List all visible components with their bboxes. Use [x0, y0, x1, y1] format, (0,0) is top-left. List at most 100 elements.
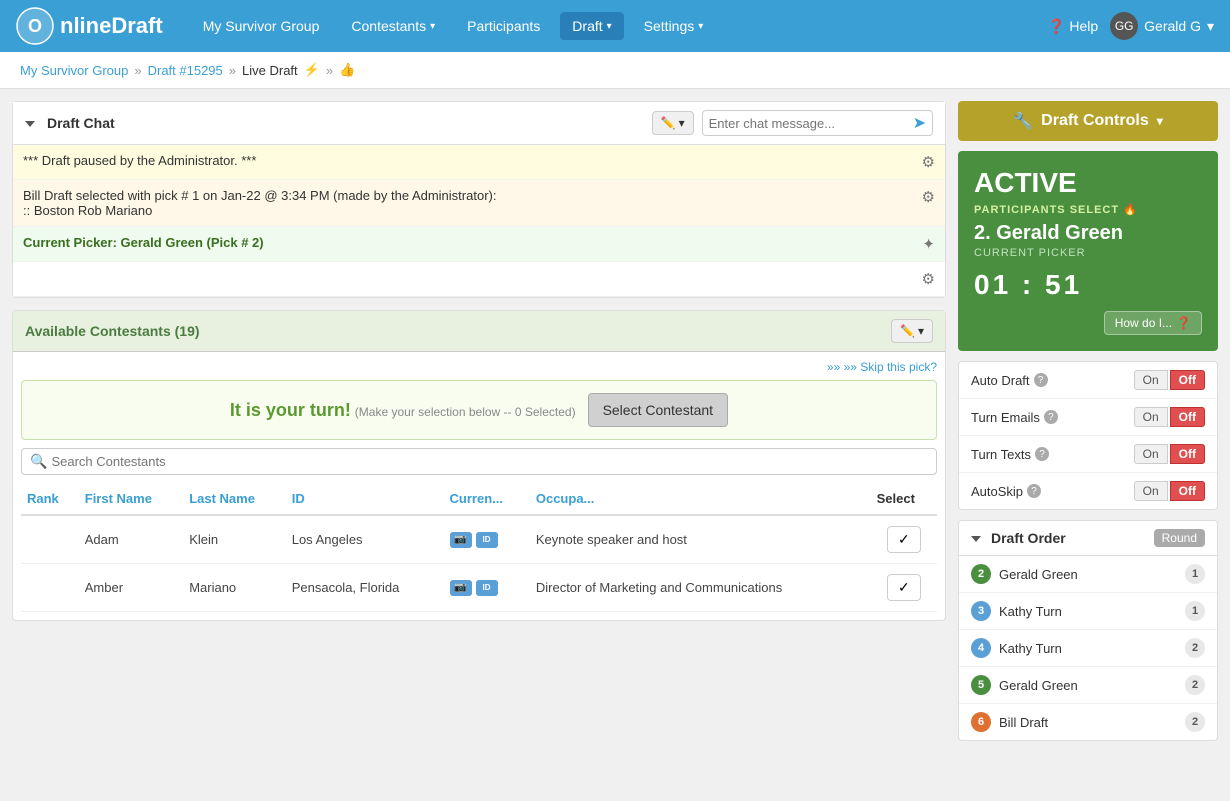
draft-controls-button[interactable]: 🔧 Draft Controls ▾ — [958, 101, 1218, 141]
contestants-panel: Available Contestants (19) ✏️ ▾ »» »» Sk… — [12, 310, 946, 621]
turn-texts-label: Turn Texts — [971, 447, 1031, 462]
cell-occupation: Keynote speaker and host — [530, 515, 871, 564]
chat-message: Bill Draft selected with pick # 1 on Jan… — [13, 180, 945, 227]
turn-texts-help[interactable]: ? — [1035, 447, 1049, 461]
avatar: GG — [1110, 12, 1138, 40]
chat-message-extra: ⚙ — [13, 262, 945, 297]
skip-pick-link[interactable]: »» »» Skip this pick? — [21, 360, 937, 374]
col-last-name[interactable]: Last Name — [183, 483, 286, 515]
select-contestant-button[interactable]: Select Contestant — [588, 393, 729, 427]
nav-my-survivor-group[interactable]: My Survivor Group — [191, 12, 332, 40]
navbar: O nlineDraft My Survivor Group Contestan… — [0, 0, 1230, 52]
chat-messages: *** Draft paused by the Administrator. *… — [13, 145, 945, 297]
col-id[interactable]: ID — [286, 483, 444, 515]
chat-message: *** Draft paused by the Administrator. *… — [13, 145, 945, 180]
autoskip-on-btn[interactable]: On — [1134, 481, 1168, 501]
cell-first: Amber — [79, 564, 183, 612]
camera-icon[interactable]: 📷 — [450, 532, 472, 548]
draft-order-name: Kathy Turn — [999, 641, 1177, 656]
cell-last: Klein — [183, 515, 286, 564]
select-check-btn[interactable]: ✓ — [887, 574, 921, 601]
turn-emails-on-btn[interactable]: On — [1134, 407, 1168, 427]
chat-edit-btn[interactable]: ✏️ ▾ — [652, 111, 694, 135]
nav-settings[interactable]: Settings ▾ — [632, 12, 716, 40]
contestants-edit-btn[interactable]: ✏️ ▾ — [891, 319, 933, 343]
col-rank[interactable]: Rank — [21, 483, 79, 515]
breadcrumb-current: Live Draft — [242, 63, 298, 78]
search-input[interactable] — [51, 454, 928, 469]
draft-controls-caret-icon: ▾ — [1157, 114, 1163, 128]
select-check-btn[interactable]: ✓ — [887, 526, 921, 553]
draft-order-list: 2 Gerald Green 1 3 Kathy Turn 1 4 Kathy … — [959, 556, 1217, 740]
auto-draft-off-btn[interactable]: Off — [1170, 370, 1205, 390]
chat-title: Draft Chat — [47, 115, 115, 131]
round-number-badge: 1 — [1185, 601, 1205, 621]
cell-id: Pensacola, Florida — [286, 564, 444, 612]
chat-input-wrap: ➤ — [702, 110, 933, 136]
autoskip-row: AutoSkip ? On Off — [959, 473, 1217, 509]
chat-send-btn[interactable]: ➤ — [913, 113, 926, 133]
col-select: Select — [871, 483, 937, 515]
col-occupation[interactable]: Occupa... — [530, 483, 871, 515]
current-picker-name: 2. Gerald Green — [974, 222, 1202, 245]
nav-participants[interactable]: Participants — [455, 12, 552, 40]
brand-logo[interactable]: O nlineDraft — [16, 7, 163, 45]
draft-timer: 01 : 51 — [974, 269, 1202, 301]
draft-order-toggle-icon[interactable] — [971, 530, 985, 546]
autoskip-help[interactable]: ? — [1027, 484, 1041, 498]
chat-message: Current Picker: Gerald Green (Pick # 2) … — [13, 227, 945, 262]
breadcrumb-sep-2: » — [229, 63, 236, 78]
draft-order-title-text: Draft Order — [991, 530, 1066, 546]
contestants-table-container: Rank First Name Last Name ID Curren... O… — [21, 483, 937, 612]
your-turn-box: It is your turn! (Make your selection be… — [21, 380, 937, 440]
auto-draft-on-btn[interactable]: On — [1134, 370, 1168, 390]
col-first-name[interactable]: First Name — [79, 483, 183, 515]
pick-number-badge: 3 — [971, 601, 991, 621]
pencil-icon: ✏️ — [661, 116, 676, 130]
star-icon[interactable]: ✦ — [922, 235, 935, 253]
cell-select: ✓ — [871, 564, 937, 612]
gear-icon-3[interactable]: ⚙ — [922, 270, 935, 288]
user-menu[interactable]: GG Gerald G ▾ — [1110, 12, 1214, 40]
contestants-pencil-icon: ✏️ — [900, 324, 915, 338]
turn-emails-off-btn[interactable]: Off — [1170, 407, 1205, 427]
gear-icon-2[interactable]: ⚙ — [922, 188, 935, 206]
current-picker-label: CURRENT PICKER — [974, 247, 1202, 259]
pick-number-badge: 6 — [971, 712, 991, 732]
turn-texts-off-btn[interactable]: Off — [1170, 444, 1205, 464]
chat-input[interactable] — [709, 116, 909, 131]
help-link[interactable]: ❓ Help — [1048, 18, 1098, 35]
turn-emails-help[interactable]: ? — [1044, 410, 1058, 424]
auto-draft-help[interactable]: ? — [1034, 373, 1048, 387]
breadcrumb-home[interactable]: My Survivor Group — [20, 63, 128, 78]
turn-emails-row: Turn Emails ? On Off — [959, 399, 1217, 436]
participants-select-label: PARTICIPANTS SELECT 🔥 — [974, 203, 1202, 216]
breadcrumb-draft[interactable]: Draft #15295 — [148, 63, 223, 78]
camera-icon[interactable]: 📷 — [450, 580, 472, 596]
turn-texts-row: Turn Texts ? On Off — [959, 436, 1217, 473]
col-current[interactable]: Curren... — [444, 483, 530, 515]
nav-draft[interactable]: Draft ▾ — [560, 12, 623, 40]
round-badge: Round — [1154, 529, 1205, 547]
how-do-button[interactable]: How do I... ❓ — [1104, 311, 1202, 335]
skip-arrow-icon: »» — [827, 360, 844, 374]
cell-current: 📷 ID — [444, 564, 530, 612]
nav-contestants[interactable]: Contestants ▾ — [339, 12, 447, 40]
id-card-icon[interactable]: ID — [476, 532, 498, 548]
cell-current: 📷 ID — [444, 515, 530, 564]
chat-toggle-icon[interactable] — [25, 115, 39, 131]
turn-texts-on-btn[interactable]: On — [1134, 444, 1168, 464]
contestants-dropdown-icon: ▾ — [918, 324, 924, 338]
draft-order-item: 6 Bill Draft 2 — [959, 704, 1217, 740]
id-card-icon[interactable]: ID — [476, 580, 498, 596]
autoskip-off-btn[interactable]: Off — [1170, 481, 1205, 501]
turn-emails-label: Turn Emails — [971, 410, 1040, 425]
pick-number-badge: 5 — [971, 675, 991, 695]
contestants-dropdown-icon: ▾ — [430, 21, 435, 32]
gear-icon-1[interactable]: ⚙ — [922, 153, 935, 171]
chat-msg-text-2: Bill Draft selected with pick # 1 on Jan… — [23, 188, 914, 218]
breadcrumb-sep-1: » — [134, 63, 141, 78]
breadcrumb: My Survivor Group » Draft #15295 » Live … — [0, 52, 1230, 89]
round-number-badge: 2 — [1185, 638, 1205, 658]
draft-order-item: 2 Gerald Green 1 — [959, 556, 1217, 593]
